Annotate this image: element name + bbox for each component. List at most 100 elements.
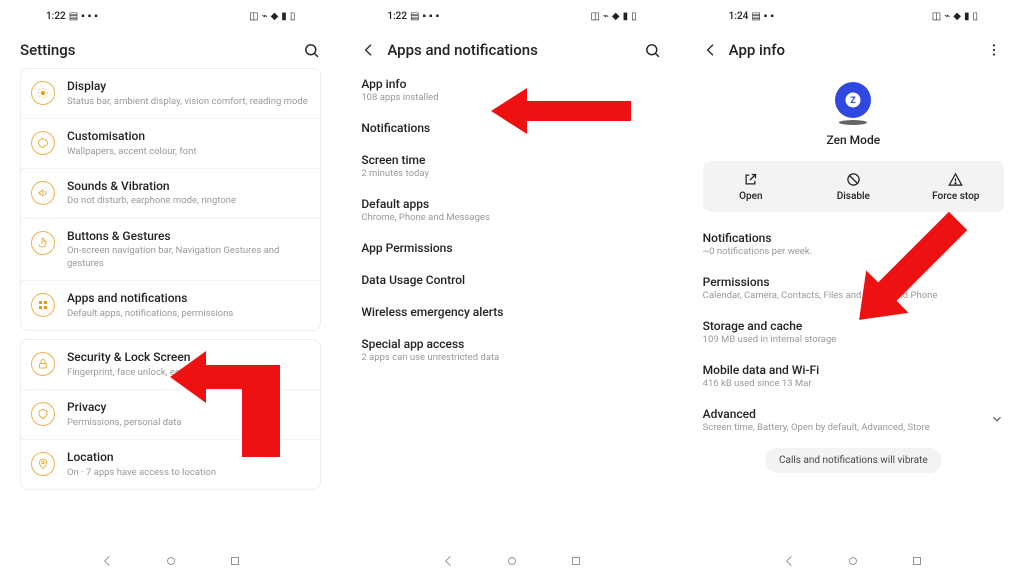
status-block-icon: ▪ — [429, 11, 433, 22]
row-app-permissions[interactable]: Permissions Calendar, Camera, Contacts, … — [703, 266, 1004, 310]
shield-icon — [31, 402, 55, 426]
open-icon — [743, 171, 759, 187]
row-title: Notifications — [361, 121, 662, 135]
item-title: Buttons & Gestures — [67, 229, 310, 245]
disable-button[interactable]: Disable — [805, 171, 901, 202]
row-sub: 2 apps can use unrestricted data — [361, 352, 662, 363]
force-stop-button[interactable]: Force stop — [908, 171, 1004, 202]
item-sub: On-screen navigation bar, Navigation Ges… — [67, 245, 310, 270]
disable-icon — [845, 171, 861, 187]
settings-item-customisation[interactable]: Customisation Wallpapers, accent colour,… — [21, 118, 320, 168]
settings-text: Location On · 7 apps have access to loca… — [67, 450, 310, 479]
apps-icon — [31, 293, 55, 317]
row-mobile-data[interactable]: Mobile data and Wi-Fi 416 kB used since … — [703, 354, 1004, 398]
settings-item-buttons[interactable]: Buttons & Gestures On-screen navigation … — [21, 218, 320, 280]
header: Settings — [20, 26, 321, 68]
row-title: Permissions — [703, 275, 1004, 289]
row-title: Screen time — [361, 153, 662, 167]
row-title: Storage and cache — [703, 319, 1004, 333]
item-sub: On · 7 apps have access to location — [67, 467, 310, 479]
row-sub: Chrome, Phone and Messages — [361, 212, 662, 223]
nav-back-icon[interactable] — [100, 554, 114, 568]
row-title: Advanced — [703, 407, 990, 421]
row-wireless-alerts[interactable]: Wireless emergency alerts — [361, 296, 662, 328]
settings-text: Privacy Permissions, personal data — [67, 400, 310, 429]
item-title: Location — [67, 450, 310, 466]
item-sub: Fingerprint, face unlock, emergency resc… — [67, 367, 310, 379]
item-title: Display — [67, 79, 310, 95]
search-icon[interactable] — [301, 40, 321, 60]
row-app-info[interactable]: App info 108 apps installed — [361, 68, 662, 112]
settings-text: Security & Lock Screen Fingerprint, face… — [67, 350, 310, 379]
notification-pill-wrap: Calls and notifications will vibrate — [703, 442, 1004, 473]
row-special-access[interactable]: Special app access 2 apps can use unrest… — [361, 328, 662, 372]
status-bar: 1:22 ▤ ▪ ▪ ▪ ◫ ⌁ ◆ ▮ ▯ — [20, 0, 321, 26]
nav-home-icon[interactable] — [846, 554, 860, 568]
page-title: Apps and notifications — [387, 41, 632, 59]
settings-item-sounds[interactable]: Sounds & Vibration Do not disturb, earph… — [21, 168, 320, 218]
settings-item-location[interactable]: Location On · 7 apps have access to loca… — [21, 439, 320, 489]
status-block-icon: ▪ — [94, 11, 98, 22]
row-sub: Calendar, Camera, Contacts, Files and me… — [703, 290, 1004, 301]
notification-pill[interactable]: Calls and notifications will vibrate — [765, 448, 942, 473]
item-sub: Do not disturb, earphone mode, ringtone — [67, 195, 310, 207]
open-button[interactable]: Open — [703, 171, 799, 202]
back-icon[interactable] — [703, 42, 719, 58]
nav-recents-icon[interactable] — [910, 554, 924, 568]
settings-group-2: Security & Lock Screen Fingerprint, face… — [20, 339, 321, 490]
row-screen-time[interactable]: Screen time 2 minutes today — [361, 144, 662, 188]
settings-text: Display Status bar, ambient display, vis… — [67, 79, 310, 108]
nav-back-icon[interactable] — [782, 554, 796, 568]
nav-recents-icon[interactable] — [569, 554, 583, 568]
lock-icon — [31, 352, 55, 376]
chevron-down-icon — [990, 411, 1004, 430]
row-title: Special app access — [361, 337, 662, 351]
settings-item-display[interactable]: Display Status bar, ambient display, vis… — [21, 69, 320, 118]
status-bt-icon: ⌁ — [262, 11, 268, 22]
settings-text: Sounds & Vibration Do not disturb, earph… — [67, 179, 310, 208]
row-title: App info — [361, 77, 662, 91]
row-app-notifications[interactable]: Notifications ~0 notifications per week. — [703, 222, 1004, 266]
row-default-apps[interactable]: Default apps Chrome, Phone and Messages — [361, 188, 662, 232]
nav-home-icon[interactable] — [505, 554, 519, 568]
row-app-permissions[interactable]: App Permissions — [361, 232, 662, 264]
settings-item-privacy[interactable]: Privacy Permissions, personal data — [21, 389, 320, 439]
row-sub: Screen time, Battery, Open by default, A… — [703, 422, 990, 433]
search-icon[interactable] — [643, 40, 663, 60]
status-time: 1:24 — [729, 11, 749, 22]
action-label: Force stop — [932, 191, 979, 202]
row-title: Default apps — [361, 197, 662, 211]
status-signal-icon: ▮ — [623, 11, 629, 22]
status-wifi-icon: ◆ — [271, 11, 279, 22]
row-notifications[interactable]: Notifications — [361, 112, 662, 144]
nav-back-icon[interactable] — [441, 554, 455, 568]
status-nfc-icon: ◫ — [249, 11, 258, 22]
status-battery-icon: ▯ — [972, 11, 978, 22]
settings-item-security[interactable]: Security & Lock Screen Fingerprint, face… — [21, 340, 320, 389]
status-battery-icon: ▯ — [290, 11, 296, 22]
gesture-icon — [31, 231, 55, 255]
app-icon-shadow — [839, 120, 867, 125]
settings-item-apps[interactable]: Apps and notifications Default apps, not… — [21, 280, 320, 330]
status-time: 1:22 — [46, 11, 66, 22]
row-advanced[interactable]: Advanced Screen time, Battery, Open by d… — [703, 398, 1004, 442]
screen-apps-notifications: 1:22 ▤ ▪ ▪ ▪ ◫ ⌁ ◆ ▮ ▯ Apps and notifica… — [341, 0, 682, 576]
nav-home-icon[interactable] — [164, 554, 178, 568]
row-storage[interactable]: Storage and cache 109 MB used in interna… — [703, 310, 1004, 354]
settings-text: Apps and notifications Default apps, not… — [67, 291, 310, 320]
row-sub: 109 MB used in internal storage — [703, 334, 1004, 345]
more-icon[interactable] — [984, 40, 1004, 60]
settings-text: Buttons & Gestures On-screen navigation … — [67, 229, 310, 270]
item-sub: Permissions, personal data — [67, 417, 310, 429]
row-title: Mobile data and Wi-Fi — [703, 363, 1004, 377]
app-icon: Z — [835, 82, 871, 118]
back-icon[interactable] — [361, 42, 377, 58]
status-bar: 1:22 ▤ ▪ ▪ ▪ ◫ ⌁ ◆ ▮ ▯ — [361, 0, 662, 26]
location-icon — [31, 452, 55, 476]
status-bt-icon: ⌁ — [944, 11, 950, 22]
nav-recents-icon[interactable] — [228, 554, 242, 568]
status-block-icon: ▪ — [422, 11, 426, 22]
item-title: Customisation — [67, 129, 310, 145]
item-title: Sounds & Vibration — [67, 179, 310, 195]
row-data-usage[interactable]: Data Usage Control — [361, 264, 662, 296]
